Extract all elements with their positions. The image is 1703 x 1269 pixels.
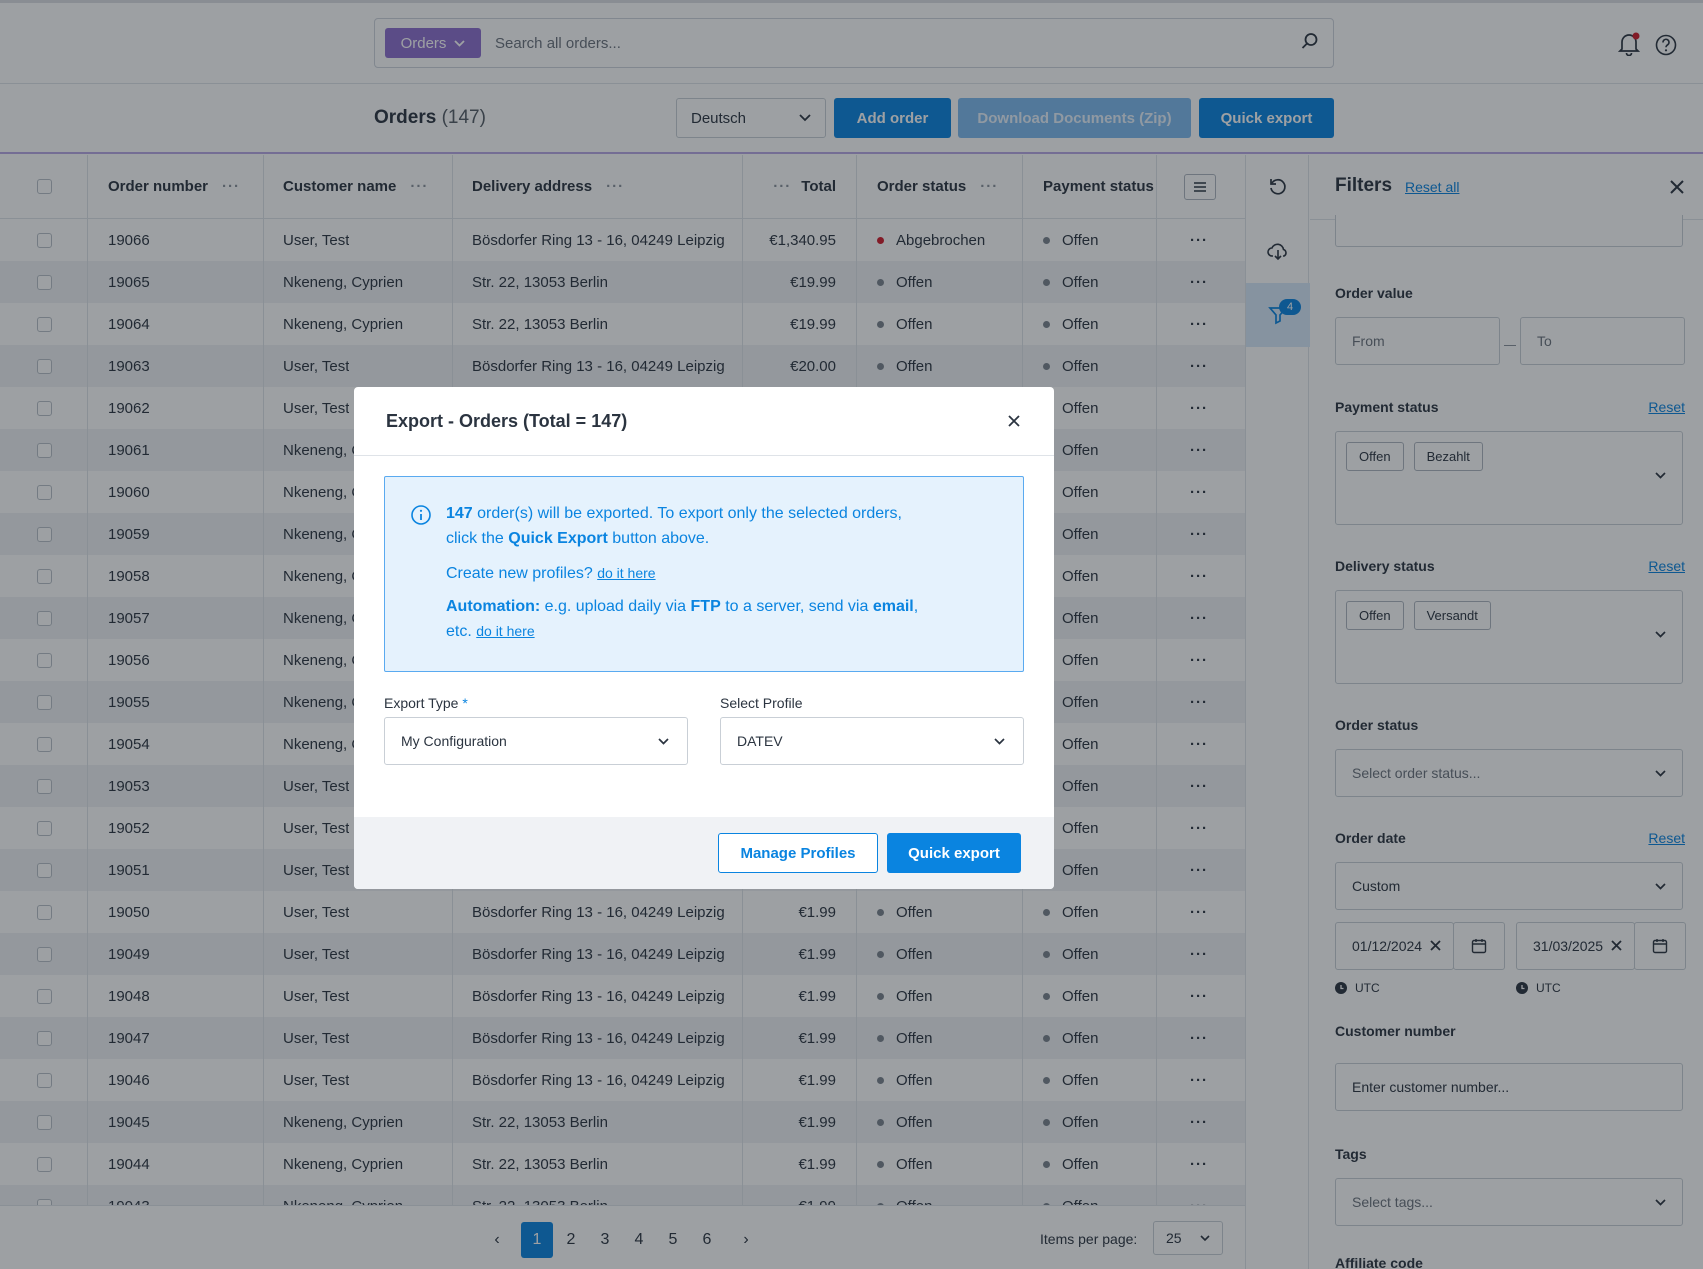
export-type-select[interactable]: My Configuration <box>384 717 688 765</box>
manage-profiles-button[interactable]: Manage Profiles <box>718 833 878 873</box>
export-type-label: Export Type * <box>384 695 468 711</box>
modal-title: Export - Orders (Total = 147) <box>386 411 628 431</box>
info-icon <box>411 505 431 525</box>
profile-select[interactable]: DATEV <box>720 717 1024 765</box>
export-hint-text: click the Quick Export button above. <box>446 530 710 547</box>
export-info-box: 147 order(s) will be exported. To export… <box>384 476 1024 672</box>
export-modal: Export - Orders (Total = 147) 147 order(… <box>354 387 1054 889</box>
modal-footer: Manage Profiles Quick export <box>354 817 1054 889</box>
chevron-down-icon <box>994 738 1005 745</box>
select-profile-label: Select Profile <box>720 695 803 711</box>
automation-link-line: etc. do it here <box>446 623 535 640</box>
chevron-down-icon <box>658 738 669 745</box>
export-count-text: 147 order(s) will be exported. To export… <box>446 505 902 522</box>
close-icon[interactable] <box>1008 415 1020 427</box>
automation-text: Automation: e.g. upload daily via FTP to… <box>446 598 919 615</box>
modal-quick-export-button[interactable]: Quick export <box>887 833 1021 873</box>
create-profiles-link[interactable]: do it here <box>597 565 655 581</box>
automation-link[interactable]: do it here <box>476 623 534 639</box>
create-profiles-text: Create new profiles? do it here <box>446 565 656 582</box>
